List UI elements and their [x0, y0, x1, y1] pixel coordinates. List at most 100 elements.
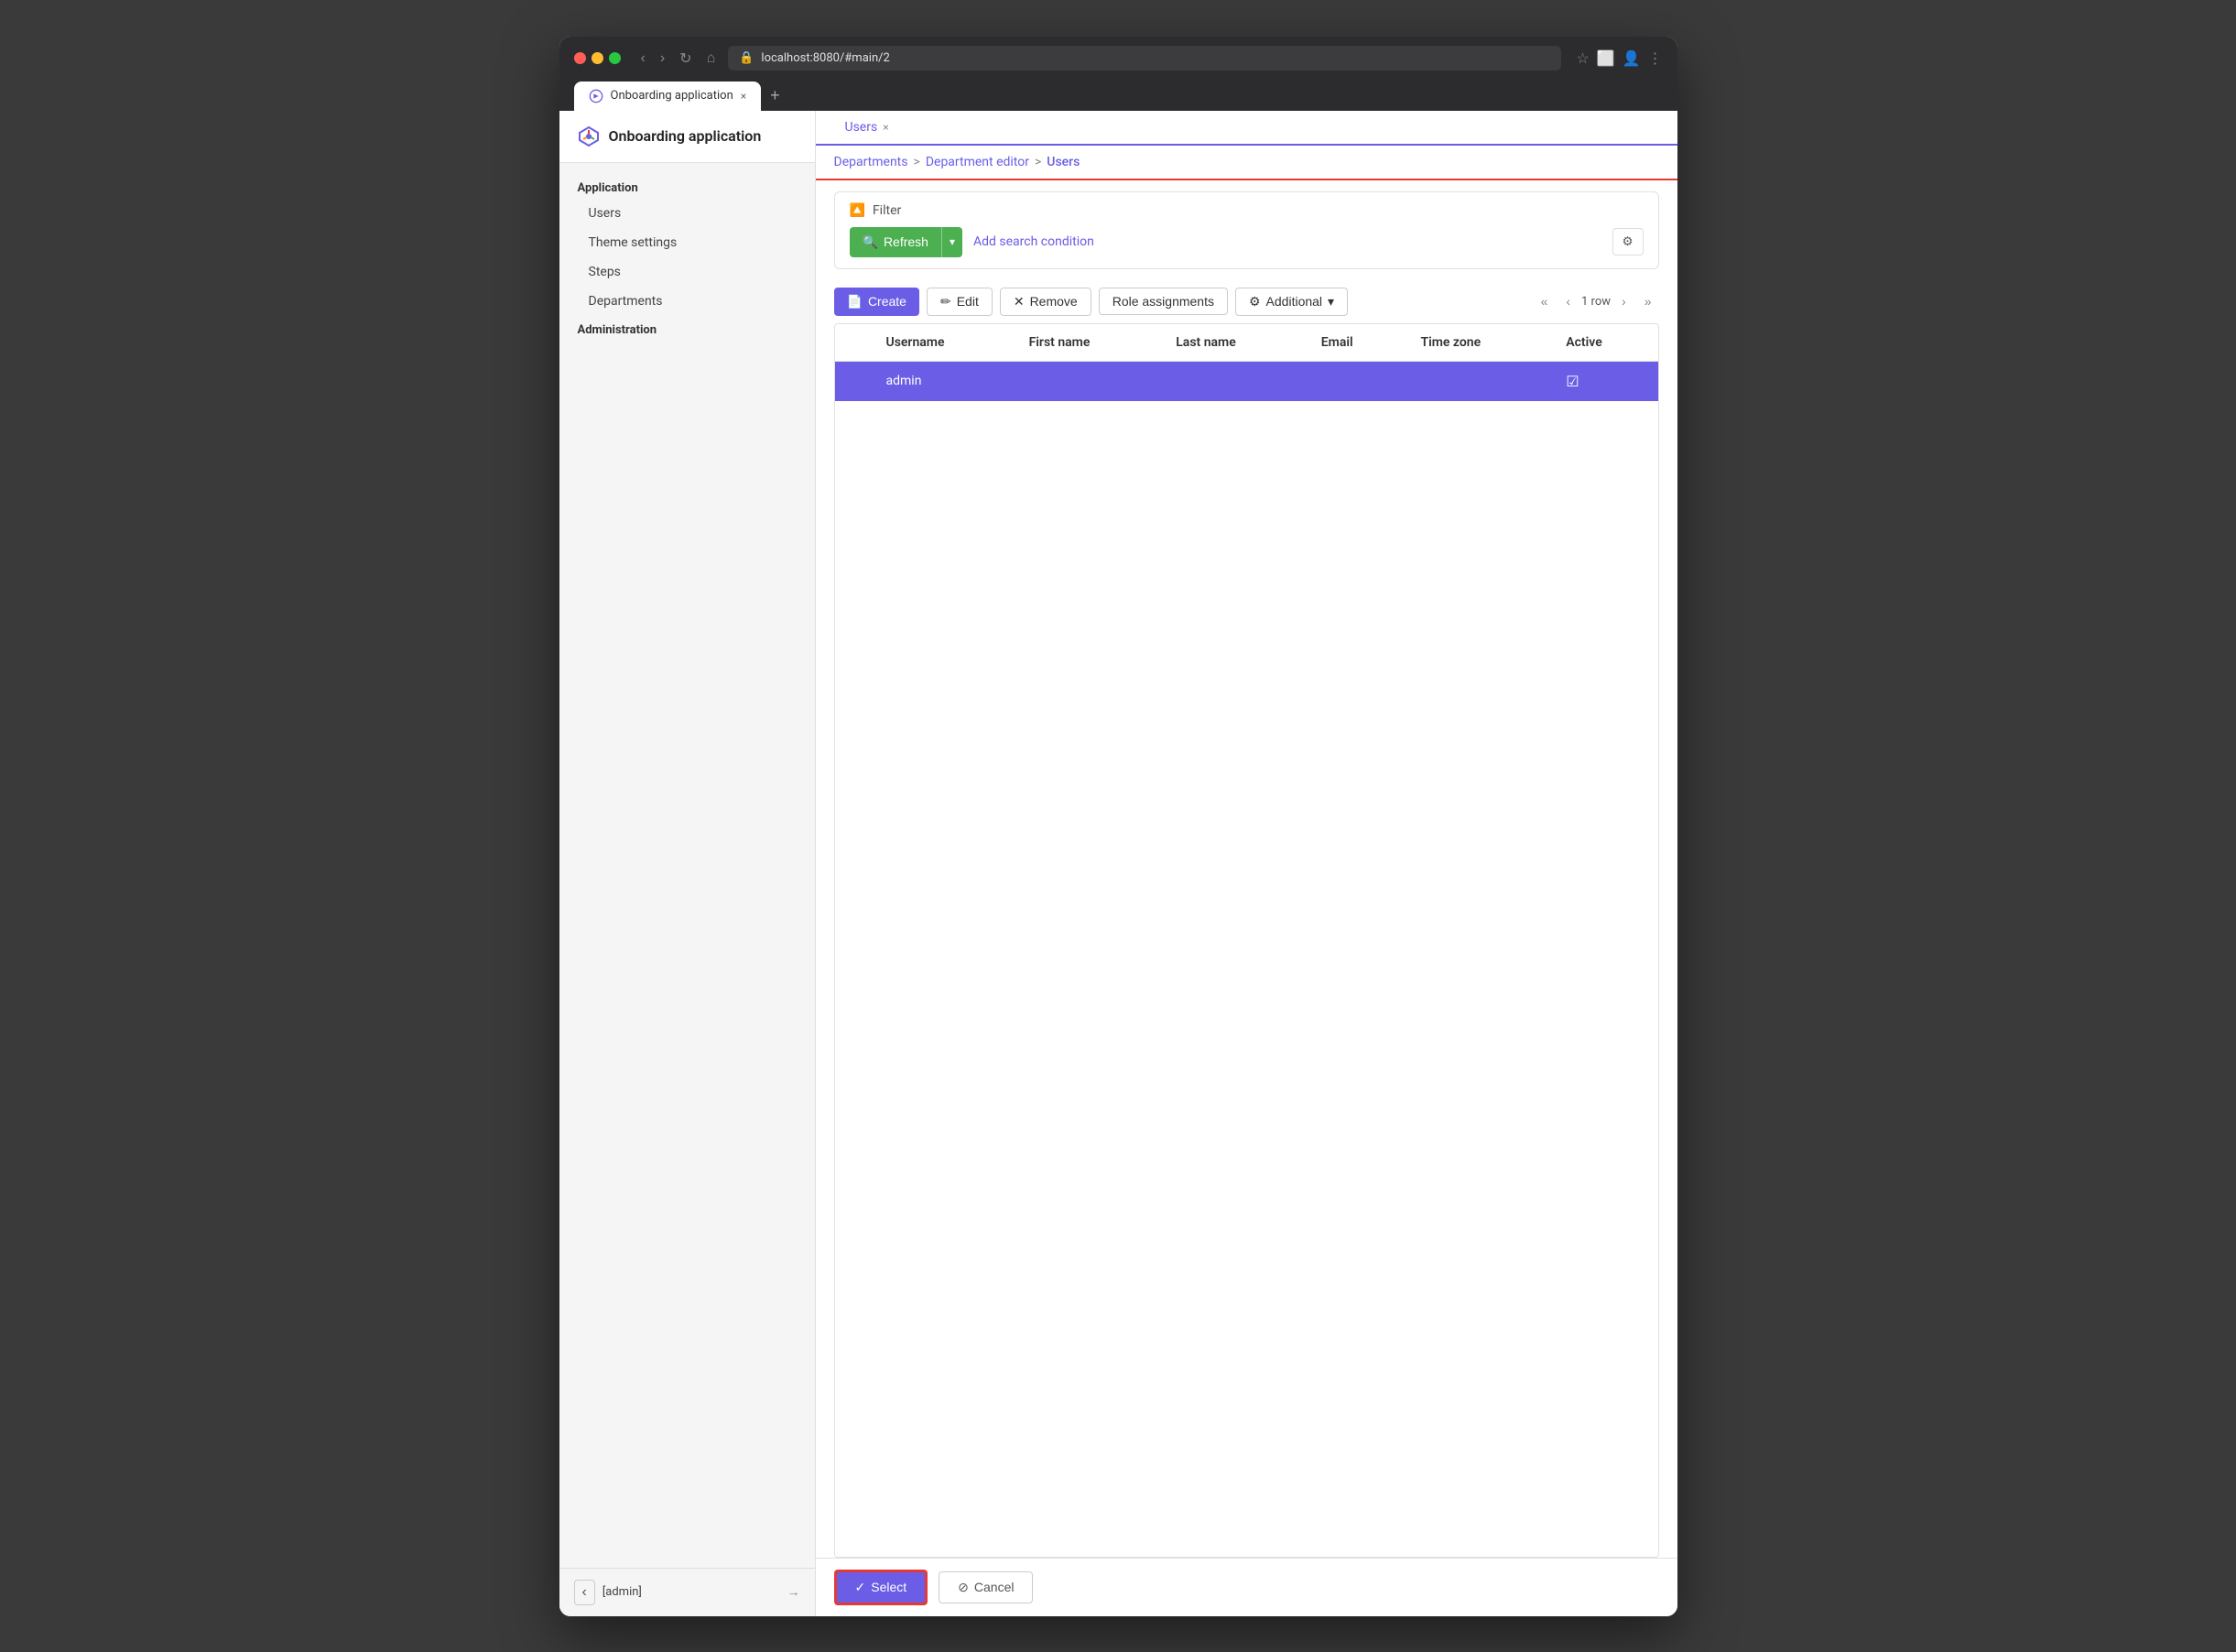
- table-row[interactable]: admin ☑: [835, 361, 1658, 401]
- pagination: « ‹ 1 row › »: [1534, 290, 1659, 312]
- table-body: admin ☑: [835, 361, 1658, 401]
- role-assignments-label: Role assignments: [1113, 294, 1214, 309]
- maximize-traffic-light[interactable]: [609, 52, 621, 64]
- tab-users-close[interactable]: ×: [883, 121, 888, 134]
- sidebar-collapse-button[interactable]: ‹: [574, 1580, 595, 1605]
- browser-tab-label: Onboarding application: [611, 89, 733, 103]
- role-assignments-button[interactable]: Role assignments: [1099, 288, 1228, 315]
- edit-button[interactable]: ✏ Edit: [927, 288, 993, 316]
- filter-header: 🔼 Filter: [850, 203, 1644, 218]
- bottom-bar: ✓ Select ⊘ Cancel: [816, 1558, 1677, 1616]
- address-bar[interactable]: 🔒 localhost:8080/#main/2: [728, 46, 1561, 71]
- pagination-info: 1 row: [1581, 295, 1611, 309]
- filter-settings-button[interactable]: ⚙: [1612, 228, 1644, 255]
- data-table: Username First name Last name Email Time…: [834, 323, 1659, 1558]
- traffic-lights: [574, 52, 621, 64]
- row-selector-cell: [835, 361, 872, 401]
- col-last-name: Last name: [1161, 324, 1307, 362]
- cancel-button[interactable]: ⊘ Cancel: [939, 1571, 1033, 1603]
- create-button[interactable]: 📄 Create: [834, 288, 919, 316]
- select-check-icon: ✓: [855, 1580, 866, 1595]
- sidebar-item-steps[interactable]: Steps: [559, 257, 815, 287]
- new-tab-button[interactable]: +: [765, 81, 786, 111]
- breadcrumb-departments[interactable]: Departments: [834, 155, 908, 169]
- cancel-icon: ⊘: [958, 1580, 969, 1595]
- col-email: Email: [1307, 324, 1406, 362]
- sidebar-section-administration: Administration: [559, 316, 815, 341]
- remove-button[interactable]: ✕ Remove: [1000, 288, 1091, 316]
- sidebar-footer: ‹ [admin] →: [559, 1568, 815, 1616]
- filter-label: Filter: [873, 203, 901, 218]
- browser-tab-close[interactable]: ×: [741, 90, 746, 103]
- minimize-traffic-light[interactable]: [592, 52, 603, 64]
- refresh-label: Refresh: [884, 234, 928, 249]
- sidebar-nav: Application Users Theme settings Steps D…: [559, 163, 815, 1568]
- browser-actions: ☆ ⬜ 👤 ⋮: [1576, 49, 1662, 67]
- sidebar-user-label: [admin]: [602, 1585, 780, 1599]
- next-page-button[interactable]: ›: [1614, 290, 1634, 312]
- split-view-icon[interactable]: ⬜: [1597, 49, 1615, 67]
- refresh-button[interactable]: 🔍 Refresh: [850, 227, 941, 257]
- sidebar: Onboarding application Application Users…: [559, 111, 816, 1616]
- profile-icon[interactable]: 👤: [1623, 49, 1641, 67]
- additional-dropdown-icon: ▾: [1328, 294, 1334, 310]
- tab-bar: Onboarding application × +: [574, 81, 1663, 111]
- forward-button[interactable]: ›: [655, 46, 670, 71]
- main-tabs: Users ×: [816, 111, 1677, 146]
- sidebar-section-application: Application: [559, 174, 815, 199]
- url-text: localhost:8080/#main/2: [761, 51, 889, 65]
- breadcrumb-sep1: >: [914, 155, 920, 169]
- close-traffic-light[interactable]: [574, 52, 586, 64]
- breadcrumb-current: Users: [1047, 155, 1080, 169]
- breadcrumb-sep2: >: [1035, 155, 1041, 169]
- col-selector: [835, 324, 872, 362]
- refresh-btn-group: 🔍 Refresh ▾: [850, 227, 963, 257]
- bookmark-icon[interactable]: ☆: [1576, 49, 1589, 67]
- sidebar-item-users[interactable]: Users: [559, 199, 815, 228]
- back-button[interactable]: ‹: [635, 46, 651, 71]
- sidebar-footer-arrow-icon: →: [787, 1584, 800, 1600]
- menu-icon[interactable]: ⋮: [1648, 49, 1663, 67]
- remove-icon: ✕: [1014, 294, 1025, 310]
- lock-icon: 🔒: [739, 51, 754, 65]
- breadcrumb-department-editor[interactable]: Department editor: [926, 155, 1029, 169]
- additional-button[interactable]: ⚙ Additional ▾: [1235, 288, 1348, 316]
- row-username: admin: [872, 361, 1015, 401]
- sidebar-item-departments[interactable]: Departments: [559, 287, 815, 316]
- add-condition-link[interactable]: Add search condition: [973, 234, 1094, 249]
- reload-button[interactable]: ↻: [674, 46, 697, 71]
- remove-label: Remove: [1030, 294, 1078, 309]
- nav-arrows: ‹ › ↻ ⌂: [635, 46, 722, 71]
- search-icon: 🔍: [863, 234, 878, 250]
- additional-icon: ⚙: [1249, 294, 1261, 310]
- breadcrumb: Departments > Department editor > Users: [816, 146, 1677, 180]
- filter-section: 🔼 Filter 🔍 Refresh ▾ Add search conditio…: [834, 191, 1659, 269]
- create-icon: 📄: [847, 294, 863, 310]
- prev-page-button[interactable]: ‹: [1558, 290, 1578, 312]
- toolbar: 📄 Create ✏ Edit ✕ Remove Role assignment…: [816, 280, 1677, 323]
- sidebar-header: Onboarding application: [559, 111, 815, 163]
- col-username: Username: [872, 324, 1015, 362]
- home-button[interactable]: ⌂: [701, 46, 722, 71]
- row-email: [1307, 361, 1406, 401]
- browser-tab-onboarding[interactable]: Onboarding application ×: [574, 82, 762, 111]
- app-layout: Onboarding application Application Users…: [559, 111, 1677, 1616]
- row-active: ☑: [1551, 361, 1657, 401]
- col-time-zone: Time zone: [1406, 324, 1551, 362]
- tab-users[interactable]: Users ×: [830, 111, 904, 146]
- select-button[interactable]: ✓ Select: [834, 1570, 928, 1605]
- app-title: Onboarding application: [609, 127, 762, 145]
- row-last-name: [1161, 361, 1307, 401]
- col-active: Active: [1551, 324, 1657, 362]
- first-page-button[interactable]: «: [1534, 290, 1556, 312]
- additional-label: Additional: [1266, 294, 1323, 309]
- filter-icon: 🔼: [850, 203, 865, 218]
- sidebar-item-theme-settings[interactable]: Theme settings: [559, 228, 815, 257]
- last-page-button[interactable]: »: [1637, 290, 1659, 312]
- refresh-dropdown-button[interactable]: ▾: [941, 227, 962, 257]
- tab-favicon: [589, 89, 603, 103]
- create-label: Create: [868, 294, 906, 309]
- users-table: Username First name Last name Email Time…: [835, 324, 1658, 401]
- cancel-label: Cancel: [974, 1580, 1015, 1594]
- col-first-name: First name: [1015, 324, 1162, 362]
